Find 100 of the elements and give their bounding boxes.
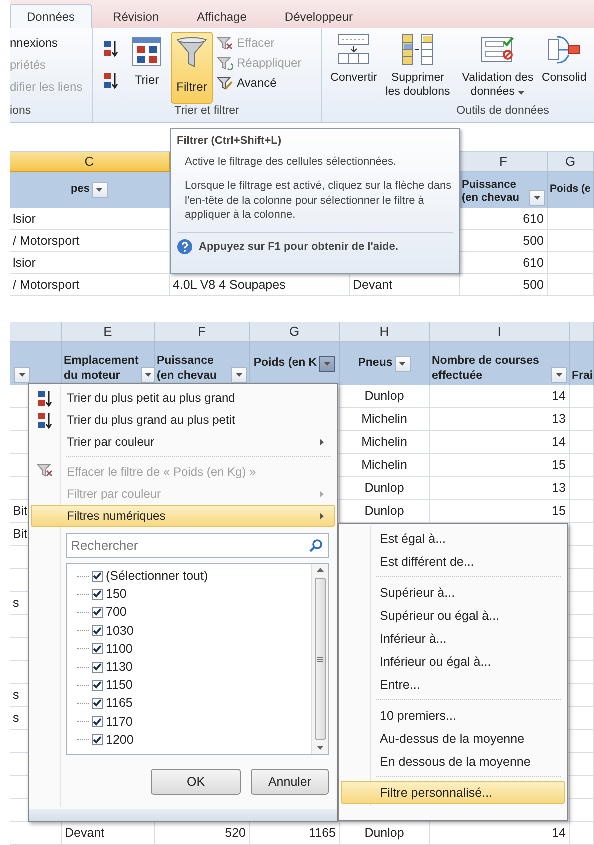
checkbox[interactable] [92,570,103,582]
checkmark-icon [93,572,102,580]
checkmark-icon [93,681,102,690]
cancel-button[interactable]: Annuler [251,769,329,795]
group-label: Outils de données [456,105,550,119]
filter-dropdown-button[interactable] [14,367,30,383]
table-cell: Dunlop [340,477,430,500]
resize-grip[interactable] [29,809,337,821]
menu-item[interactable]: Trier du plus grand au plus petit [31,409,335,431]
column-letter: E [62,322,155,342]
sort-ascending-button[interactable] [103,40,119,58]
menu-item[interactable]: Filtres numériques [31,505,335,527]
ribbon-button[interactable]: Consolid [542,32,587,105]
value-label: 1165 [106,696,133,710]
ribbon-button[interactable]: Validation des données [456,32,540,105]
column-header: Poids (en K [254,356,318,371]
caret-icon [518,91,526,96]
caret-icon [236,373,242,377]
menu-item[interactable]: Au-dessus de la moyenne [341,727,565,750]
ribbon-tab[interactable]: Données [10,4,92,28]
menu-item[interactable]: Supérieur à... [341,581,565,604]
checkbox[interactable] [92,662,103,673]
ribbon-tab[interactable]: Développeur [268,4,370,28]
caret-icon [399,362,406,366]
ribbon-button[interactable]: Convertir [328,32,380,105]
search-icon [309,539,323,553]
group-label: Trier et filtrer [174,105,240,119]
menu-item[interactable]: Est égal à... [341,527,565,550]
filter-dropdown-button[interactable] [231,367,247,383]
scroll-up-icon[interactable] [316,568,324,572]
sort-ascending-icon [37,390,53,408]
checkmark-icon [93,699,102,708]
checkbox[interactable] [92,625,103,636]
checkmark-icon [93,644,102,653]
scroll-down-icon[interactable] [316,746,324,750]
filter-dropdown-button[interactable] [529,190,545,206]
submenu-arrow-icon [320,512,324,520]
column-header: Emplacement du moteur [64,354,139,383]
checkbox[interactable] [92,680,103,691]
menu-item[interactable]: Trier par couleur [31,431,335,453]
tooltip-title: Filtrer (Ctrl+Shift+L) [177,135,283,147]
column-header: pes [71,183,90,197]
checkmark-icon [93,736,102,744]
table-cell: 13 [430,408,570,431]
checkmark-icon [93,663,102,672]
help-icon [177,239,193,256]
column-header: Puissance (en chevau [462,178,520,206]
menu-item[interactable]: En dessous de la moyenne [341,750,565,773]
ribbon-command[interactable]: Avancé [217,76,302,90]
checkbox[interactable] [92,734,103,746]
tooltip-text: Lorsque le filtrage est activé, cliquez sur la flèche dans l'en-tête de la colonne pour sélectionner le filtre à appliquer à la colonne. [184,179,453,222]
clear-filter-icon [217,36,233,50]
sort-descending-icon [103,72,119,90]
filter-dropdown-button[interactable] [140,367,154,383]
value-label: 150 [106,587,127,602]
filter-button[interactable]: Filtrer [171,32,213,104]
menu-item[interactable]: Entre... [341,673,565,696]
sort-button[interactable]: Trier [127,32,167,105]
table-cell: Michelin [340,431,430,454]
column-letter: F [155,322,250,342]
checkbox[interactable] [92,588,103,600]
sort-dialog-icon [132,37,162,67]
menu-item[interactable]: Filtre personnalisé... [341,781,565,804]
caret-icon [96,188,104,192]
menu-item[interactable]: 10 premiers... [341,704,565,727]
group-label: ions [10,105,32,119]
sort-descending-button[interactable] [103,72,119,90]
filter-dropdown-button[interactable] [92,182,108,198]
value-label: 1200 [106,732,134,747]
checkbox[interactable] [92,716,103,728]
ribbon-tab[interactable]: Affichage [180,4,264,28]
columns-arrow-icon [401,34,435,66]
search-field[interactable]: Rechercher [66,533,329,558]
ok-button[interactable]: OK [151,769,241,795]
scrollbar-thumb[interactable] [314,578,326,740]
value-label: 700 [106,605,127,620]
ribbon-tab[interactable]: Révision [96,4,176,28]
scrollbar[interactable] [311,564,328,754]
table-cell: / Motorsport [10,274,170,296]
menu-item[interactable]: Supérieur ou égal à... [341,604,565,627]
filter-dropdown-button[interactable] [551,367,567,383]
ribbon-command[interactable]: nnexions [10,36,92,50]
filter-dropdown-button[interactable] [394,356,411,372]
filter-dropdown-button[interactable] [319,356,336,372]
consolidate-icon [547,34,582,66]
checkbox[interactable] [92,643,103,654]
column-header: Puissance (en chevau [157,354,218,383]
clear-filter-icon [37,464,53,477]
menu-item[interactable]: Inférieur à... [341,627,565,650]
checkbox[interactable] [92,698,103,709]
ribbon-button[interactable]: Supprimer les doublons [382,32,454,105]
menu-item[interactable]: Trier du plus petit au plus grand [31,387,335,409]
menu-item[interactable]: Est différent de... [341,550,565,573]
menu-item[interactable]: Inférieur ou égal à... [341,650,565,673]
column-header: Pneus [358,356,393,371]
checkbox[interactable] [92,606,103,618]
column-letter: H [340,322,430,342]
caret-icon [324,362,331,366]
table-cell: 14 [430,385,570,408]
column-letter: F [460,152,548,172]
